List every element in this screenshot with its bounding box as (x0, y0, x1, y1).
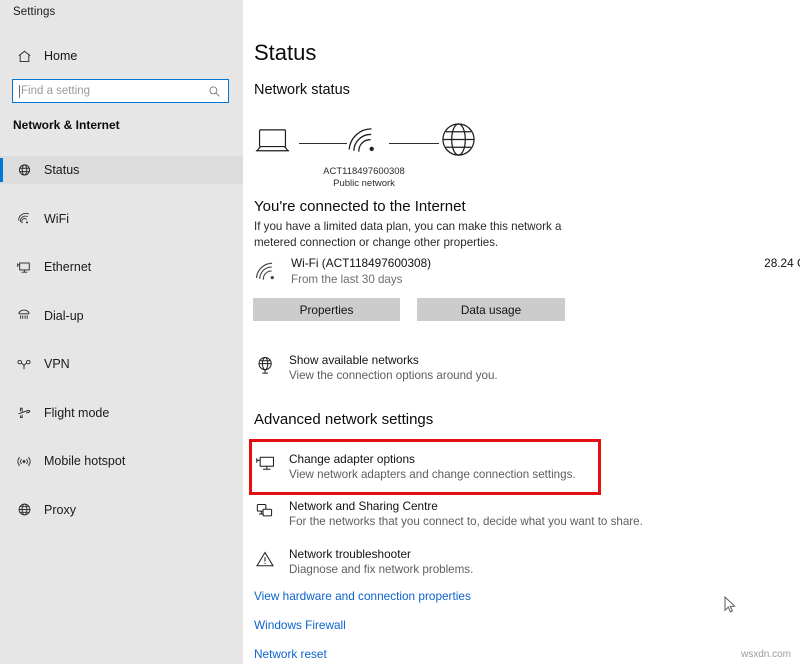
sidebar-item-dial-up[interactable]: Dial-up (0, 302, 243, 330)
home-icon (14, 49, 34, 64)
proxy-globe-icon (14, 502, 34, 517)
sidebar-item-proxy-label: Proxy (44, 503, 76, 517)
diagram-caption: ACT118497600308 Public network (264, 166, 464, 189)
network-sharing-centre-title: Network and Sharing Centre (289, 499, 438, 513)
ethernet-icon (14, 260, 34, 275)
sidebar-item-home[interactable]: Home (0, 44, 243, 68)
network-diagram: ACT118497600308 Public network (243, 118, 800, 190)
network-sharing-centre-row[interactable]: Network and Sharing Centre For the netwo… (251, 499, 651, 533)
network-status-heading: Network status (254, 82, 350, 98)
dialup-icon (14, 308, 34, 323)
show-available-networks-title: Show available networks (289, 353, 419, 367)
sidebar-item-vpn-label: VPN (44, 357, 70, 371)
sidebar-item-wifi[interactable]: WiFi (0, 205, 243, 233)
sidebar-nav: Status WiFi (0, 156, 243, 544)
sidebar-item-wifi-label: WiFi (44, 212, 69, 226)
adapter-data-used: 28.24 GB (411, 256, 800, 270)
sharing-icon (254, 502, 276, 521)
watermark: wsxdn.com (741, 649, 791, 660)
hotspot-icon (14, 454, 34, 469)
sidebar-item-status[interactable]: Status (0, 156, 243, 184)
sidebar-item-mobile-hotspot[interactable]: Mobile hotspot (0, 447, 243, 475)
search-box[interactable] (12, 79, 229, 103)
link-windows-firewall[interactable]: Windows Firewall (254, 618, 346, 632)
data-usage-button[interactable]: Data usage (417, 298, 565, 321)
network-troubleshooter-row[interactable]: Network troubleshooter Diagnose and fix … (251, 547, 651, 581)
vpn-icon (14, 357, 34, 372)
search-icon[interactable] (208, 85, 221, 98)
sidebar-item-ethernet-label: Ethernet (44, 260, 91, 274)
wifi-signal-icon (347, 127, 383, 155)
airplane-icon (14, 405, 34, 420)
change-adapter-options-title: Change adapter options (289, 452, 415, 466)
diagram-network-name: ACT118497600308 (264, 166, 464, 178)
show-available-networks-row[interactable]: Show available networks View the connect… (251, 353, 651, 387)
change-adapter-options-row[interactable]: Change adapter options View network adap… (251, 452, 651, 486)
network-troubleshooter-title: Network troubleshooter (289, 547, 411, 561)
selection-accent-bar (0, 449, 3, 473)
selection-accent-bar (0, 352, 3, 376)
network-sharing-centre-subtitle: For the networks that you connect to, de… (289, 515, 643, 528)
selection-accent-bar (0, 401, 3, 425)
active-adapter-row: Wi-Fi (ACT118497600308) From the last 30… (251, 256, 581, 294)
sidebar-item-home-label: Home (44, 49, 77, 63)
sidebar-item-status-label: Status (44, 163, 79, 177)
wifi-signal-icon (255, 262, 279, 282)
main-content: Status Network status (243, 0, 800, 664)
change-adapter-options-subtitle: View network adapters and change connect… (289, 468, 576, 481)
link-view-hardware-properties[interactable]: View hardware and connection properties (254, 589, 471, 603)
connection-description: If you have a limited data plan, you can… (254, 219, 594, 251)
sidebar-item-proxy[interactable]: Proxy (0, 496, 243, 524)
window-title: Settings (13, 6, 55, 18)
selection-accent-bar (0, 207, 3, 231)
sidebar-group-title: Network & Internet (13, 118, 120, 132)
globe-icon (14, 163, 34, 178)
selection-accent-bar (0, 255, 3, 279)
selection-accent-bar (0, 304, 3, 328)
laptop-icon (254, 126, 291, 156)
sidebar: Settings Home Network & Internet (0, 0, 243, 664)
advanced-settings-heading: Advanced network settings (254, 411, 433, 428)
network-troubleshooter-subtitle: Diagnose and fix network problems. (289, 563, 473, 576)
selection-accent-bar (0, 498, 3, 522)
diagram-link-left (299, 143, 347, 144)
wifi-icon (14, 211, 34, 226)
connection-headline: You're connected to the Internet (254, 198, 466, 215)
show-available-networks-subtitle: View the connection options around you. (289, 369, 498, 382)
sidebar-item-ethernet[interactable]: Ethernet (0, 253, 243, 281)
sidebar-item-vpn[interactable]: VPN (0, 350, 243, 378)
properties-button[interactable]: Properties (253, 298, 400, 321)
monitor-network-icon (254, 455, 276, 474)
diagram-network-type: Public network (264, 178, 464, 190)
diagram-link-right (389, 143, 439, 144)
sidebar-item-flight-mode[interactable]: Flight mode (0, 399, 243, 427)
sidebar-item-mobile-hotspot-label: Mobile hotspot (44, 454, 125, 468)
sidebar-item-dial-up-label: Dial-up (44, 309, 84, 323)
sidebar-item-flight-mode-label: Flight mode (44, 406, 109, 420)
link-network-reset[interactable]: Network reset (254, 647, 327, 661)
network-globe-icon (254, 356, 276, 375)
selection-accent-bar (0, 158, 3, 182)
adapter-period: From the last 30 days (291, 273, 402, 286)
warning-triangle-icon (254, 550, 276, 569)
settings-window: Settings Home Network & Internet (0, 0, 800, 664)
mouse-pointer-icon (724, 596, 737, 614)
page-title: Status (254, 40, 316, 66)
search-input[interactable] (20, 85, 208, 97)
internet-globe-icon (441, 122, 476, 157)
